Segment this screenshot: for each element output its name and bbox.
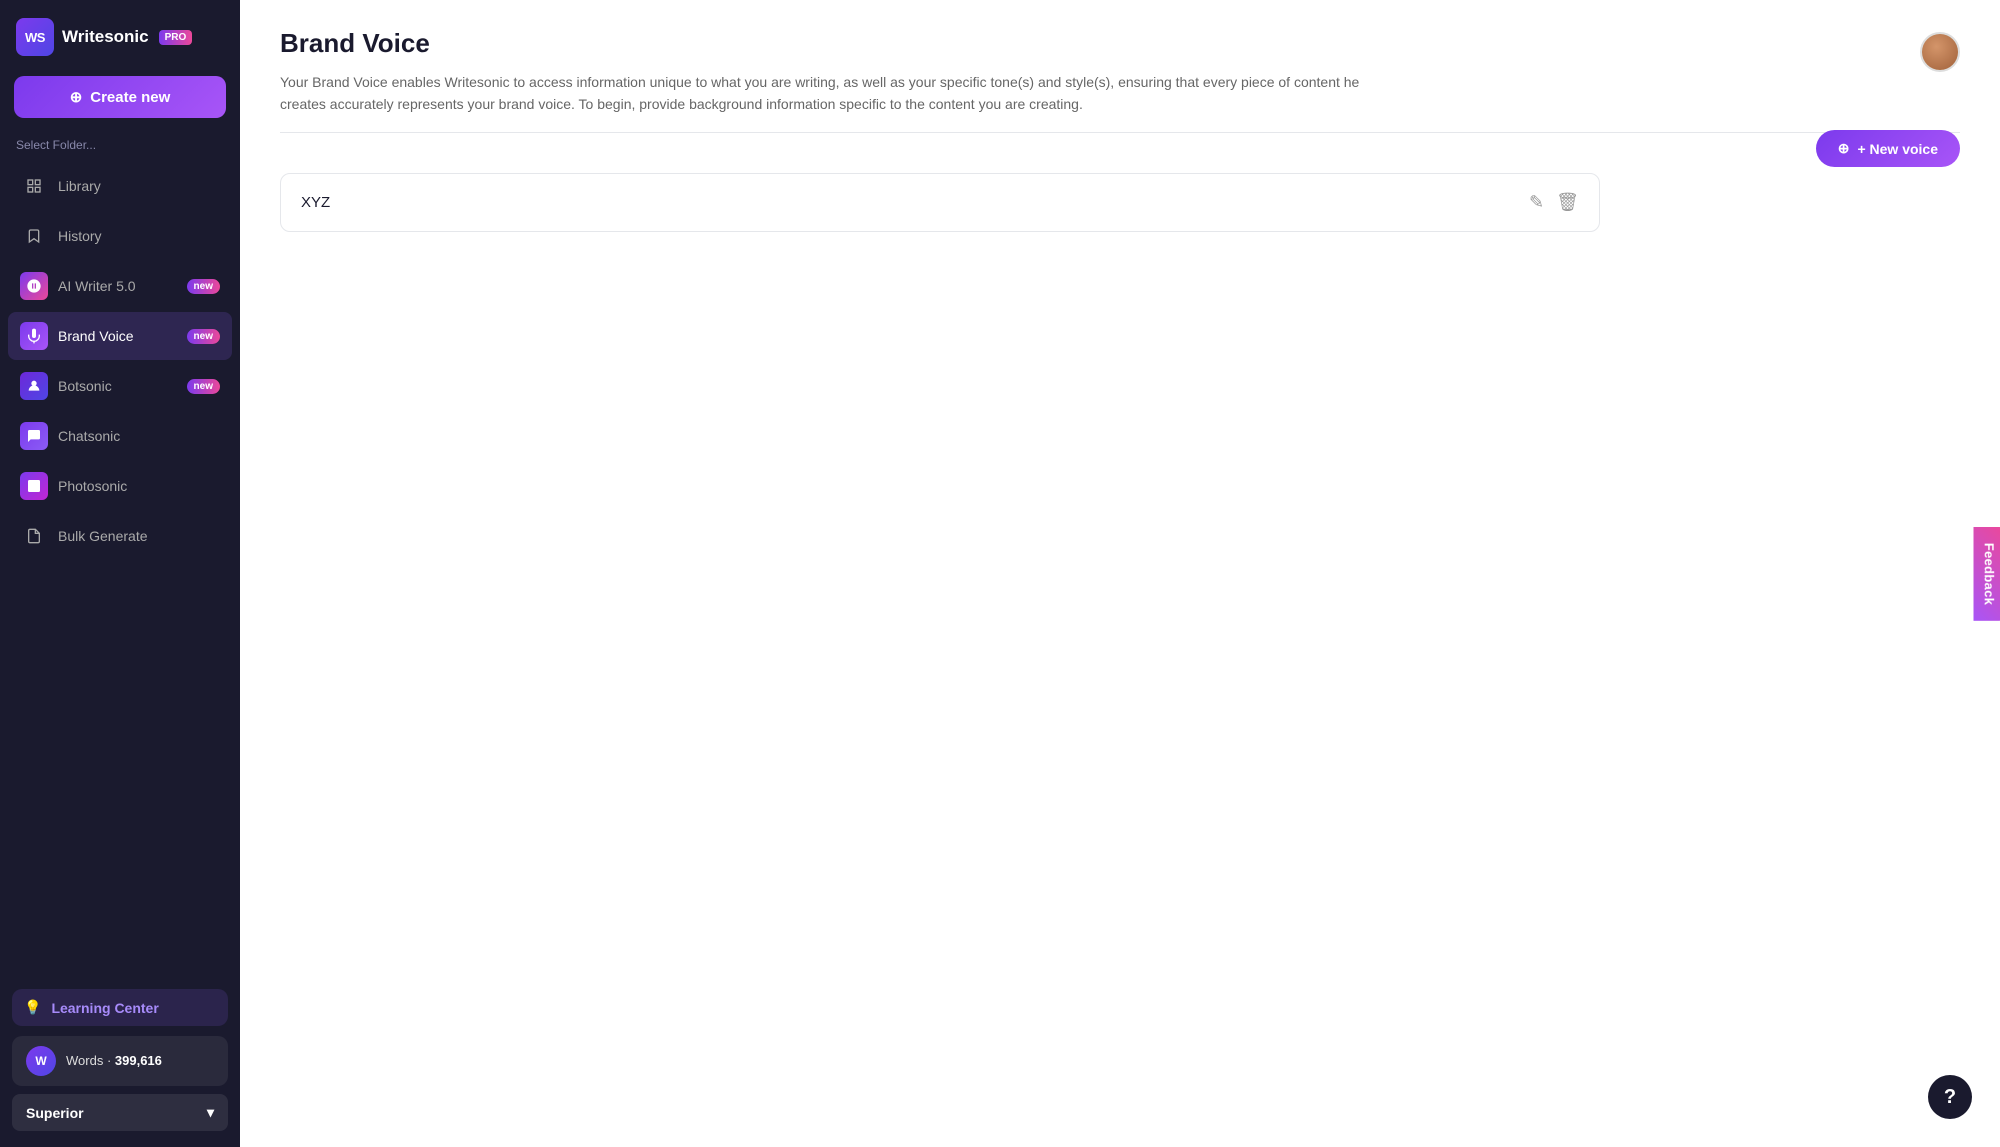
words-label: Words · 399,616	[66, 1053, 162, 1068]
plus-icon: ⊕	[70, 88, 83, 106]
voice-card-actions: ✎ 🗑	[1529, 192, 1579, 213]
sidebar-item-label: Brand Voice	[58, 328, 134, 344]
sidebar-item-photosonic[interactable]: Photosonic	[8, 462, 232, 510]
page-title: Brand Voice	[280, 28, 1920, 59]
main-content: Brand Voice Your Brand Voice enables Wri…	[240, 0, 2000, 1147]
botsonic-icon	[20, 372, 48, 400]
ai-writer-icon	[20, 272, 48, 300]
history-icon	[20, 222, 48, 250]
help-button[interactable]: ?	[1928, 1075, 1972, 1119]
library-icon	[20, 172, 48, 200]
brand-voice-icon	[20, 322, 48, 350]
words-avatar: W	[26, 1046, 56, 1076]
new-badge: new	[187, 329, 220, 344]
words-card: W Words · 399,616	[12, 1036, 228, 1086]
sidebar-nav: Library History AI Writer 5.0 new Brand …	[0, 162, 240, 977]
sidebar-item-bulk-generate[interactable]: Bulk Generate	[8, 512, 232, 560]
photosonic-icon	[20, 472, 48, 500]
voice-card: XYZ ✎ 🗑	[280, 173, 1600, 232]
quality-dropdown[interactable]: Superior ▾	[12, 1094, 228, 1131]
new-voice-button[interactable]: ⊕ + New voice	[1816, 130, 1960, 167]
sidebar-item-label: Photosonic	[58, 478, 127, 494]
bulk-generate-icon	[20, 522, 48, 550]
voice-card-name: XYZ	[301, 194, 330, 211]
page-title-section: Brand Voice Your Brand Voice enables Wri…	[280, 28, 1920, 116]
new-badge: new	[187, 379, 220, 394]
avatar[interactable]	[1920, 32, 1960, 72]
plus-icon: ⊕	[1838, 140, 1850, 157]
main-header: Brand Voice Your Brand Voice enables Wri…	[240, 0, 2000, 132]
words-info: Words · 399,616	[66, 1052, 162, 1070]
app-name: Writesonic	[62, 27, 149, 47]
sidebar-item-label: History	[58, 228, 102, 244]
feedback-tab[interactable]: Feedback	[1973, 526, 2000, 620]
delete-icon[interactable]: 🗑	[1556, 192, 1579, 213]
voice-cards-area: XYZ ✎ 🗑	[240, 153, 2000, 262]
sidebar-item-library[interactable]: Library	[8, 162, 232, 210]
learning-center-button[interactable]: 💡 Learning Center	[12, 989, 228, 1026]
edit-icon[interactable]: ✎	[1529, 192, 1544, 213]
select-folder-label: Select Folder...	[0, 134, 240, 162]
sidebar-item-chatsonic[interactable]: Chatsonic	[8, 412, 232, 460]
chevron-down-icon: ▾	[207, 1104, 214, 1121]
logo-icon: WS	[16, 18, 54, 56]
chatsonic-icon	[20, 422, 48, 450]
new-badge: new	[187, 279, 220, 294]
page-description: Your Brand Voice enables Writesonic to a…	[280, 71, 1380, 116]
sidebar-item-label: Library	[58, 178, 101, 194]
divider	[280, 132, 1960, 133]
create-new-button[interactable]: ⊕ Create new	[14, 76, 226, 118]
logo-area: WS Writesonic PRO	[0, 0, 240, 68]
sidebar-item-history[interactable]: History	[8, 212, 232, 260]
sidebar-item-botsonic[interactable]: Botsonic new	[8, 362, 232, 410]
sidebar-item-brand-voice[interactable]: Brand Voice new	[8, 312, 232, 360]
header-right	[1920, 28, 1960, 72]
sidebar-item-label: Botsonic	[58, 378, 112, 394]
sidebar: WS Writesonic PRO ⊕ Create new Select Fo…	[0, 0, 240, 1147]
sidebar-item-label: Bulk Generate	[58, 528, 148, 544]
sidebar-item-label: Chatsonic	[58, 428, 120, 444]
learning-center-icon: 💡	[24, 999, 41, 1016]
sidebar-item-ai-writer[interactable]: AI Writer 5.0 new	[8, 262, 232, 310]
sidebar-bottom: 💡 Learning Center W Words · 399,616 Supe…	[0, 977, 240, 1147]
sidebar-item-label: AI Writer 5.0	[58, 278, 136, 294]
pro-badge: PRO	[159, 30, 193, 45]
